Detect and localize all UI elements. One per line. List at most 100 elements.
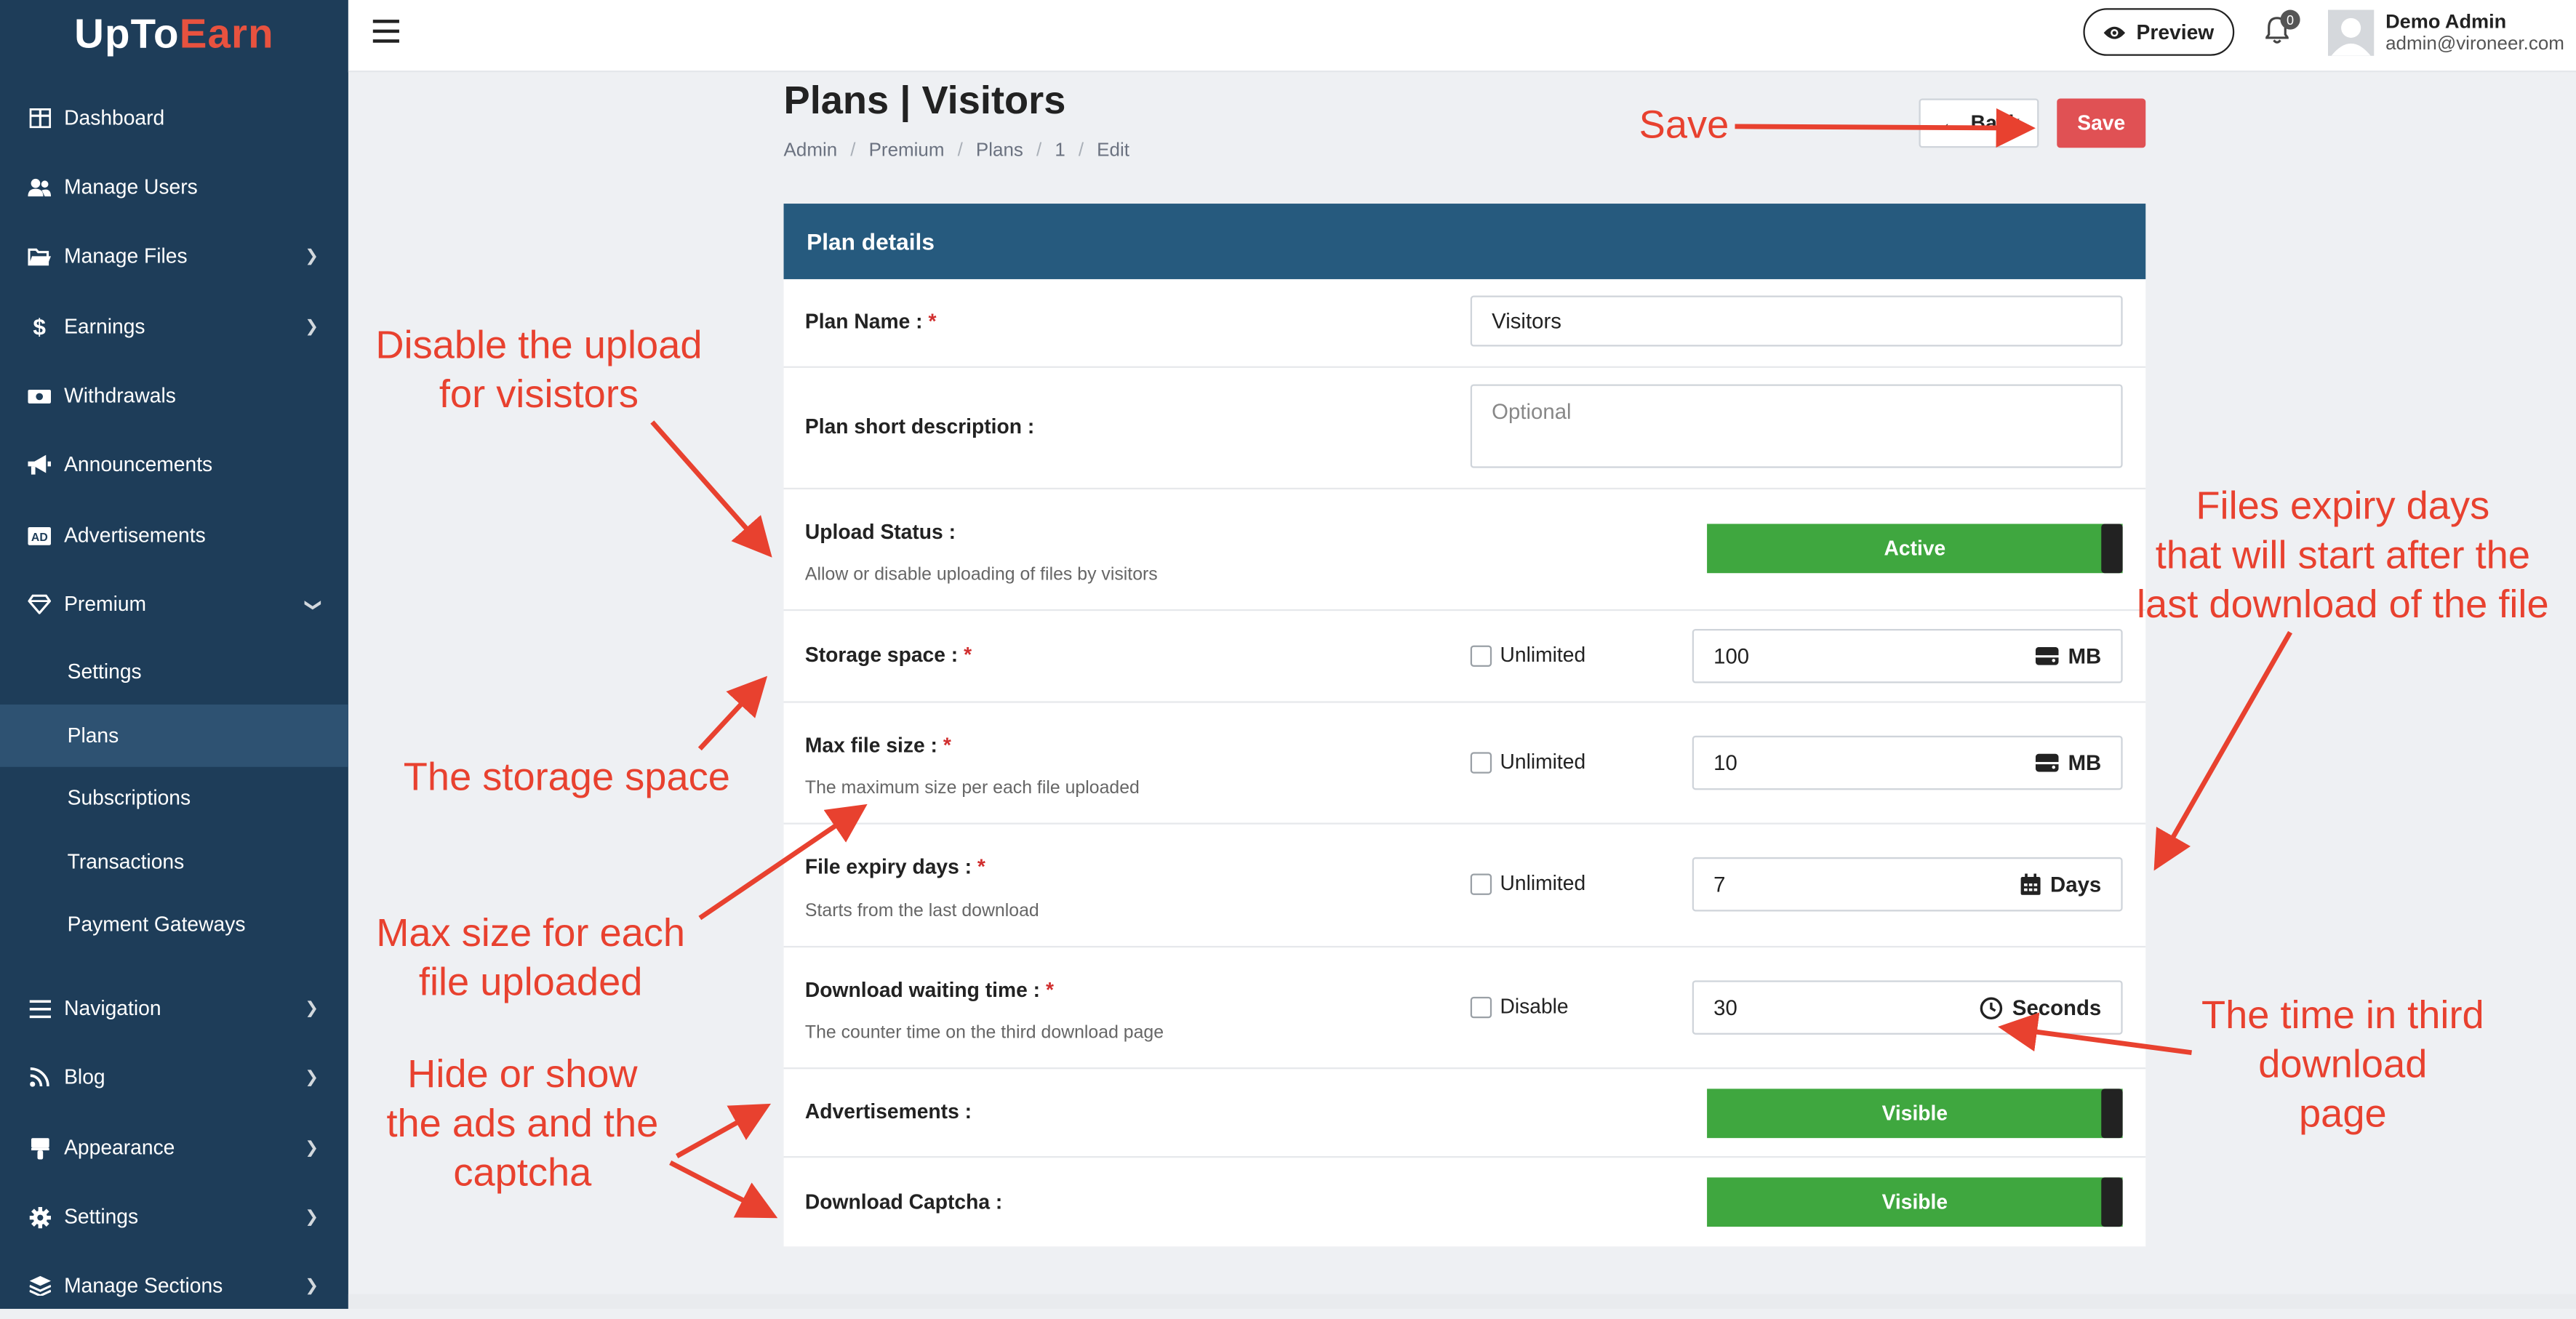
back-button[interactable]: ← Back bbox=[1919, 98, 2039, 148]
chevron-right-icon: ❯ bbox=[305, 246, 319, 265]
sidebar-item-manage-sections[interactable]: Manage Sections ❯ bbox=[0, 1253, 348, 1318]
sidebar-item-premium[interactable]: Premium ❯ bbox=[0, 572, 348, 637]
file-expiry-input[interactable]: 7 Days bbox=[1692, 857, 2123, 912]
breadcrumb-item: Edit bbox=[1097, 141, 1129, 161]
download-captcha-toggle[interactable]: Visible bbox=[1707, 1177, 2123, 1227]
avatar[interactable] bbox=[2328, 9, 2375, 56]
notification-badge: 0 bbox=[2280, 9, 2300, 30]
storage-space-row: Storage space : * Unlimited 100 MB bbox=[783, 611, 2146, 703]
checkbox-label: Unlimited bbox=[1500, 872, 1586, 895]
save-button[interactable]: Save bbox=[2057, 98, 2146, 148]
sidebar-item-label: Navigation bbox=[64, 996, 161, 1020]
app-logo[interactable]: UpTo Earn bbox=[0, 0, 348, 71]
dollar-icon: $ bbox=[33, 313, 47, 340]
chevron-right-icon: ❯ bbox=[305, 1208, 319, 1226]
download-waiting-input[interactable]: 30 Seconds bbox=[1692, 980, 2123, 1035]
advertisements-toggle[interactable]: Visible bbox=[1707, 1089, 2123, 1139]
gear-icon bbox=[28, 1206, 51, 1228]
expiry-unit: Days bbox=[2020, 872, 2101, 897]
download-waiting-hint: The counter time on the third download p… bbox=[804, 1023, 1164, 1043]
sidebar-subitem-payment-gateways[interactable]: Payment Gateways bbox=[0, 894, 348, 956]
dashboard-icon bbox=[28, 108, 51, 129]
toggle-knob bbox=[2101, 524, 2123, 574]
wait-value: 30 bbox=[1713, 995, 1737, 1020]
upload-status-label: Upload Status : bbox=[804, 520, 956, 544]
sidebar-subitem-settings[interactable]: Settings bbox=[0, 641, 348, 703]
calendar-icon bbox=[2020, 873, 2041, 895]
toggle-label: Visible bbox=[1881, 1102, 1948, 1126]
expiry-unlimited-checkbox[interactable]: Unlimited bbox=[1470, 872, 1586, 895]
sidebar-item-earnings[interactable]: $ Earnings ❯ bbox=[0, 294, 348, 359]
checkbox-box bbox=[1470, 751, 1492, 773]
sidebar-subitem-subscriptions[interactable]: Subscriptions bbox=[0, 767, 348, 830]
checkbox-label: Disable bbox=[1500, 995, 1569, 1019]
arrow-to-storage bbox=[697, 675, 768, 751]
sidebar-item-navigation[interactable]: Navigation ❯ bbox=[0, 976, 348, 1041]
user-email: admin@vironeer.com bbox=[2385, 34, 2564, 55]
storage-value: 100 bbox=[1713, 644, 1750, 669]
max-file-size-hint: The maximum size per each file uploaded bbox=[804, 778, 1140, 798]
sidebar-item-manage-users[interactable]: Manage Users bbox=[0, 154, 348, 220]
toggle-knob bbox=[2101, 1177, 2123, 1227]
plan-name-label: Plan Name : * bbox=[804, 310, 937, 334]
clock-icon bbox=[1980, 996, 2002, 1019]
advertisements-label: Advertisements : bbox=[804, 1100, 972, 1123]
breadcrumb-item[interactable]: Plans bbox=[976, 141, 1023, 161]
annotation-ads-captcha: Hide or show the ads and the captcha bbox=[386, 1052, 659, 1196]
megaphone-icon bbox=[28, 454, 52, 475]
short-description-textarea[interactable]: Optional bbox=[1470, 384, 2123, 468]
checkbox-box bbox=[1470, 644, 1492, 666]
rss-icon bbox=[28, 1067, 51, 1087]
breadcrumb-item[interactable]: Admin bbox=[784, 141, 838, 161]
money-icon bbox=[28, 387, 52, 405]
sidebar-item-manage-files[interactable]: Manage Files ❯ bbox=[0, 223, 348, 289]
plan-name-input[interactable]: Visitors bbox=[1470, 295, 2123, 347]
annotation-wait: The time in third download page bbox=[2201, 993, 2484, 1136]
storage-space-input[interactable]: 100 MB bbox=[1692, 629, 2123, 683]
checkbox-label: Unlimited bbox=[1500, 750, 1586, 774]
chevron-right-icon: ❯ bbox=[305, 999, 319, 1018]
sidebar-item-advertisements[interactable]: AD Advertisements bbox=[0, 502, 348, 568]
max-file-size-input[interactable]: 10 MB bbox=[1692, 735, 2123, 790]
layers-icon bbox=[28, 1275, 51, 1296]
sidebar-item-label: Appearance bbox=[64, 1136, 175, 1160]
storage-unlimited-checkbox[interactable]: Unlimited bbox=[1470, 644, 1585, 667]
sidebar-item-settings[interactable]: Settings ❯ bbox=[0, 1184, 348, 1249]
menu-toggle-icon[interactable] bbox=[372, 20, 399, 43]
short-description-label: Plan short description : bbox=[804, 415, 1035, 439]
download-captcha-row: Download Captcha : Visible bbox=[784, 1158, 2146, 1246]
breadcrumb-item[interactable]: Premium bbox=[869, 141, 945, 161]
preview-button[interactable]: Preview bbox=[2083, 8, 2235, 56]
breadcrumb-separator: / bbox=[850, 141, 856, 161]
advertisements-row: Advertisements : Visible bbox=[783, 1069, 2146, 1158]
sidebar: UpTo Earn Dashboard Manage Users Manage F… bbox=[0, 0, 348, 1310]
breadcrumb-separator: / bbox=[1078, 141, 1084, 161]
arrow-to-upload-status bbox=[650, 420, 772, 558]
page-footer-strip bbox=[348, 1294, 2576, 1310]
sidebar-item-label: Withdrawals bbox=[64, 384, 176, 408]
max-size-unlimited-checkbox[interactable]: Unlimited bbox=[1470, 750, 1586, 774]
sidebar-item-blog[interactable]: Blog ❯ bbox=[0, 1044, 348, 1110]
sidebar-subitem-label: Transactions bbox=[67, 850, 185, 874]
sidebar-subitem-transactions[interactable]: Transactions bbox=[0, 831, 348, 894]
user-name[interactable]: Demo Admin bbox=[2385, 10, 2506, 33]
storage-space-label: Storage space : * bbox=[804, 644, 972, 667]
sidebar-subitem-label: Settings bbox=[67, 660, 142, 683]
checkbox-box bbox=[1470, 873, 1492, 894]
ad-icon: AD bbox=[28, 526, 52, 545]
brush-icon bbox=[28, 1137, 51, 1159]
sidebar-item-announcements[interactable]: Announcements bbox=[0, 432, 348, 497]
sidebar-item-label: Earnings bbox=[64, 315, 145, 339]
breadcrumb-separator: / bbox=[957, 141, 963, 161]
breadcrumb-item[interactable]: 1 bbox=[1055, 141, 1065, 161]
upload-status-toggle[interactable]: Active bbox=[1707, 524, 2123, 574]
wait-disable-checkbox[interactable]: Disable bbox=[1470, 995, 1569, 1019]
sidebar-subitem-plans[interactable]: Plans bbox=[0, 704, 348, 767]
sidebar-item-dashboard[interactable]: Dashboard bbox=[0, 85, 348, 151]
sidebar-subitem-label: Plans bbox=[67, 723, 119, 747]
upload-status-hint: Allow or disable uploading of files by v… bbox=[804, 564, 1158, 585]
sidebar-item-withdrawals[interactable]: Withdrawals bbox=[0, 363, 348, 428]
sidebar-item-appearance[interactable]: Appearance ❯ bbox=[0, 1115, 348, 1181]
topbar: Preview 0 Demo Admin admin@vironeer.com bbox=[348, 0, 2576, 73]
sidebar-item-label: Manage Files bbox=[64, 244, 188, 268]
